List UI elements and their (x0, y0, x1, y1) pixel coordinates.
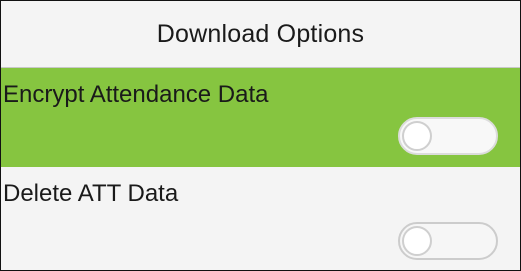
encrypt-attendance-data-toggle[interactable] (398, 117, 498, 155)
delete-att-data-toggle[interactable] (398, 222, 498, 260)
page-title: Download Options (156, 19, 365, 48)
option-label: Encrypt Attendance Data (3, 81, 269, 108)
option-row-delete-att-data[interactable]: Delete ATT Data (1, 167, 520, 270)
option-row-encrypt-attendance-data[interactable]: Encrypt Attendance Data (1, 68, 520, 167)
title-bar: Download Options (1, 1, 520, 68)
device-screen: Download Options Encrypt Attendance Data… (0, 0, 521, 271)
toggle-knob (402, 226, 432, 256)
toggle-knob (402, 121, 432, 151)
option-label: Delete ATT Data (3, 180, 179, 207)
